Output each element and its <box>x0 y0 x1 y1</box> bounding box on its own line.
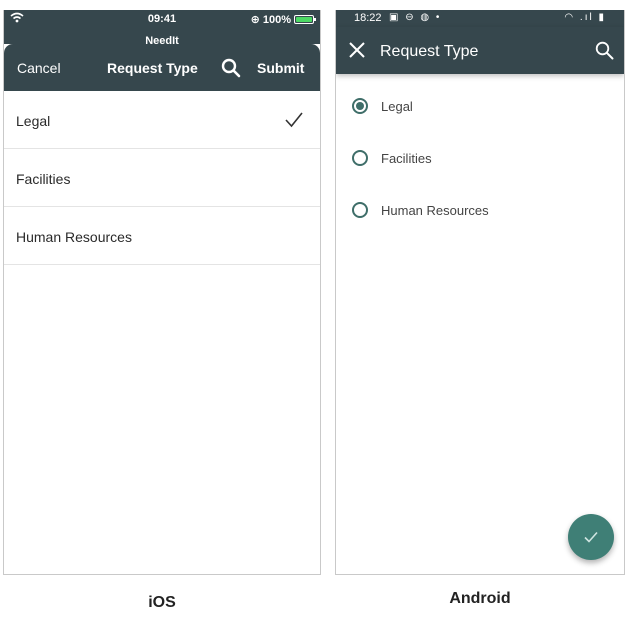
confirm-fab-button[interactable] <box>568 514 614 560</box>
radio-button[interactable] <box>352 150 368 166</box>
list-item-legal[interactable]: Legal <box>4 91 320 149</box>
android-status-bar: 18:22 ▣ ⊖ ◍ • ◠ .ıl ▮ <box>336 10 624 27</box>
ios-status-bar: 09:41 ⊕ 100% <box>4 10 320 28</box>
android-app-bar: Request Type <box>336 27 624 74</box>
list-item-facilities[interactable]: Facilities <box>4 149 320 207</box>
cancel-button[interactable]: Cancel <box>17 60 61 76</box>
search-icon[interactable] <box>221 58 241 78</box>
list-item-label: Facilities <box>16 171 71 187</box>
checkmark-icon <box>284 111 304 129</box>
check-icon <box>584 531 598 543</box>
radio-button-selected[interactable] <box>352 98 368 114</box>
radio-item-legal[interactable]: Legal <box>336 80 624 132</box>
list-item-label: Human Resources <box>16 229 132 245</box>
battery-icon <box>294 15 316 24</box>
signal-battery-icons: ◠ .ıl ▮ <box>564 12 606 23</box>
submit-button[interactable]: Submit <box>257 60 304 76</box>
list-item-human-resources[interactable]: Human Resources <box>4 207 320 265</box>
radio-label: Human Resources <box>381 203 489 218</box>
radio-label: Legal <box>381 99 413 114</box>
request-type-list: Legal Facilities Human Resources <box>4 91 320 265</box>
android-screen: 18:22 ▣ ⊖ ◍ • ◠ .ıl ▮ Request Type Legal… <box>335 10 625 575</box>
page-title: Request Type <box>380 43 479 60</box>
page-title: Request Type <box>107 60 198 76</box>
list-item-label: Legal <box>16 113 51 129</box>
android-caption: Android <box>449 590 511 607</box>
status-time: 18:22 <box>354 12 382 24</box>
close-icon[interactable] <box>348 41 366 59</box>
orientation-lock-icon: ⊕ <box>250 14 260 26</box>
radio-item-human-resources[interactable]: Human Resources <box>336 184 624 236</box>
search-icon[interactable] <box>595 41 614 60</box>
background-app-title: NeedIt <box>4 28 320 44</box>
ios-screen: 09:41 ⊕ 100% NeedIt Cancel Request Type … <box>3 10 321 575</box>
battery-percent: 100% <box>262 13 291 26</box>
ios-caption: iOS <box>148 594 176 611</box>
notification-icons: ▣ ⊖ ◍ • <box>389 12 442 23</box>
request-type-radio-group: Legal Facilities Human Resources <box>336 80 624 236</box>
radio-item-facilities[interactable]: Facilities <box>336 132 624 184</box>
ios-nav-bar: Cancel Request Type Submit <box>4 44 320 91</box>
radio-button[interactable] <box>352 202 368 218</box>
status-right: ⊕ 100% <box>250 13 316 26</box>
radio-label: Facilities <box>381 151 432 166</box>
